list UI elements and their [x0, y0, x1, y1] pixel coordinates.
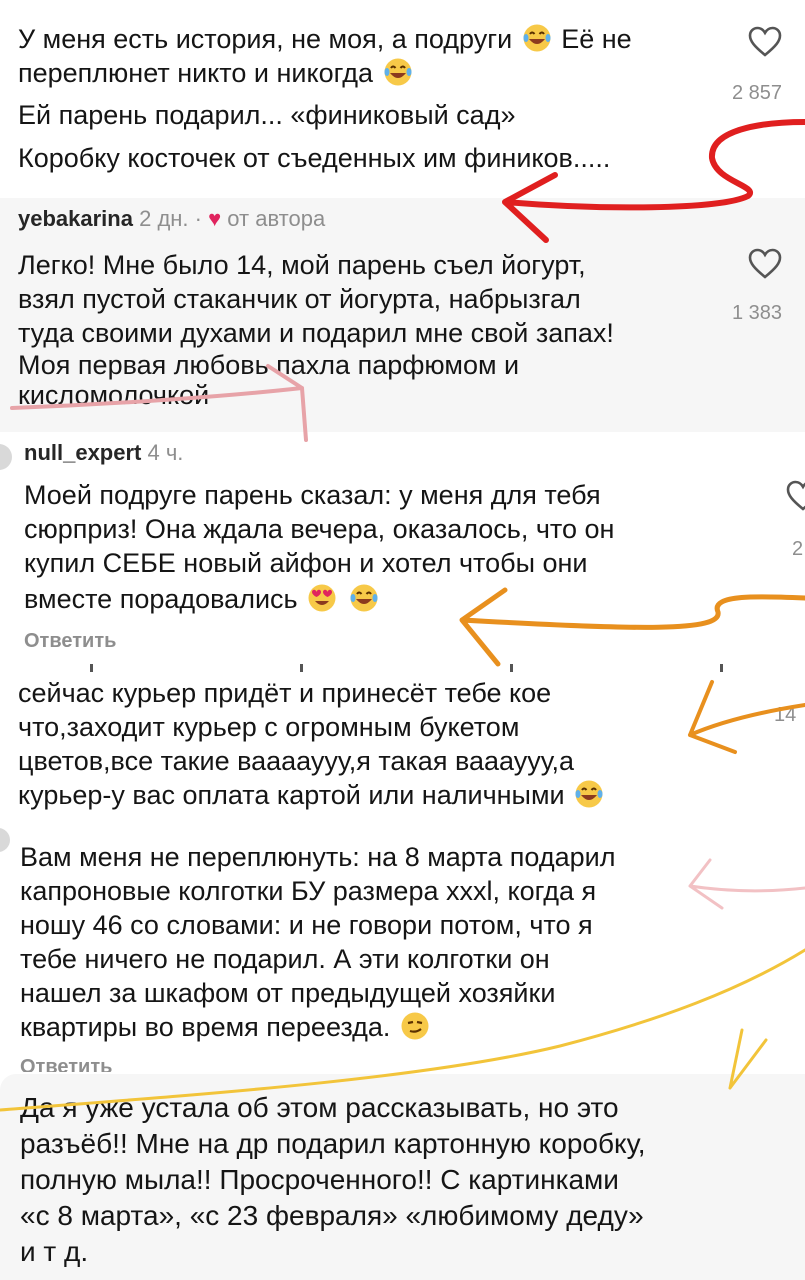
comment-text: туда своими духами и подарил мне свой за…	[18, 318, 614, 348]
comment-text: Легко! Мне было 14, мой парень съел йогу…	[18, 250, 586, 280]
comment-time: 2 дн. ·	[139, 206, 202, 231]
comment-text: Коробку косточек от съеденных им фиников…	[18, 143, 611, 173]
like-heart-icon[interactable]	[748, 26, 782, 58]
comment-text: Ей парень подарил... «финиковый сад»	[18, 100, 516, 130]
like-heart-icon[interactable]	[748, 248, 782, 280]
comment-strip-2: yebakarina 2 дн. · ♥ от автора Легко! Мн…	[0, 198, 805, 432]
comment-text: капроновые колготки БУ размера xxxl, ког…	[20, 876, 597, 906]
comment-text: полную мыла!! Просроченного!! С картинка…	[20, 1164, 619, 1195]
laughing-emoji-icon	[523, 24, 551, 52]
comment-text: Да я уже устала об этом рассказывать, но…	[20, 1092, 619, 1123]
heart-eyes-emoji-icon	[308, 584, 336, 612]
comment-text: квартиры во время переезда.	[20, 1010, 432, 1045]
laughing-emoji-icon	[575, 780, 603, 808]
username[interactable]: yebakarina	[18, 206, 133, 231]
comment-text: тебе ничего не подарил. А эти колготки о…	[20, 944, 550, 974]
comment-strip-5: Вам меня не переплюнуть: на 8 марта пода…	[0, 826, 805, 1072]
like-count: 2	[792, 538, 804, 560]
laughing-emoji-icon	[350, 584, 378, 612]
comment-text: «с 8 марта», «с 23 февраля» «любимому де…	[20, 1200, 644, 1231]
avatar[interactable]	[0, 444, 12, 470]
comment-strip-3: null_expert 4 ч. Моей подруге парень ска…	[0, 432, 805, 664]
comment-text: разъёб!! Мне на др подарил картонную кор…	[20, 1128, 646, 1159]
comment-meta: yebakarina 2 дн. · ♥ от автора	[18, 206, 325, 232]
cut-text-remnant	[0, 664, 805, 672]
comment-text: и т д.	[20, 1236, 89, 1267]
comment-text: взял пустой стаканчик от йогурта, набрыз…	[18, 284, 581, 314]
like-heart-icon[interactable]	[786, 480, 805, 512]
comment-strip-1: У меня есть история, не моя, а подруги Е…	[0, 0, 805, 196]
author-heart-icon: ♥	[208, 206, 222, 231]
comment-strip-4: сейчас курьер придёт и принесёт тебе кое…	[0, 664, 805, 824]
reply-button[interactable]: Ответить	[24, 630, 116, 653]
comment-text: вместе порадовались	[24, 582, 381, 617]
like-count: 1 383	[732, 302, 783, 324]
like-count: 14	[774, 704, 797, 726]
reply-button[interactable]: Ответить	[20, 1056, 112, 1072]
avatar[interactable]	[0, 828, 10, 852]
comment-text: кисломолочкой	[18, 380, 210, 410]
smirk-emoji-icon	[401, 1012, 429, 1040]
comment-meta: null_expert 4 ч.	[24, 440, 183, 466]
laughing-emoji-icon	[384, 58, 412, 86]
comment-text: что,заходит курьер с огромным букетом	[18, 712, 520, 742]
comment-text: ношу 46 со словами: и не говори потом, ч…	[20, 910, 593, 940]
comment-strip-6: Да я уже устала об этом рассказывать, но…	[0, 1074, 805, 1280]
comment-text: сюрприз! Она ждала вечера, оказалось, чт…	[24, 514, 615, 544]
comment-text: сейчас курьер придёт и принесёт тебе кое	[18, 678, 552, 708]
comment-text: нашел за шкафом от предыдущей хозяйки	[20, 978, 556, 1008]
like-count: 2 857	[732, 82, 783, 104]
comment-text: переплюнет никто и никогда	[18, 56, 415, 91]
comment-text: Моей подруге парень сказал: у меня для т…	[24, 480, 601, 510]
author-tag: от автора	[227, 206, 326, 231]
comment-time: 4 ч.	[147, 440, 184, 465]
username[interactable]: null_expert	[24, 440, 141, 465]
comment-text: курьер-у вас оплата картой или наличными	[18, 778, 606, 813]
comment-text: купил СЕБЕ новый айфон и хотел чтобы они	[24, 548, 588, 578]
comment-text: У меня есть история, не моя, а подруги Е…	[18, 24, 632, 54]
comment-text: Вам меня не переплюнуть: на 8 марта пода…	[20, 842, 616, 872]
comment-text: цветов,все такие вааааууу,я такая вааауу…	[18, 746, 575, 776]
